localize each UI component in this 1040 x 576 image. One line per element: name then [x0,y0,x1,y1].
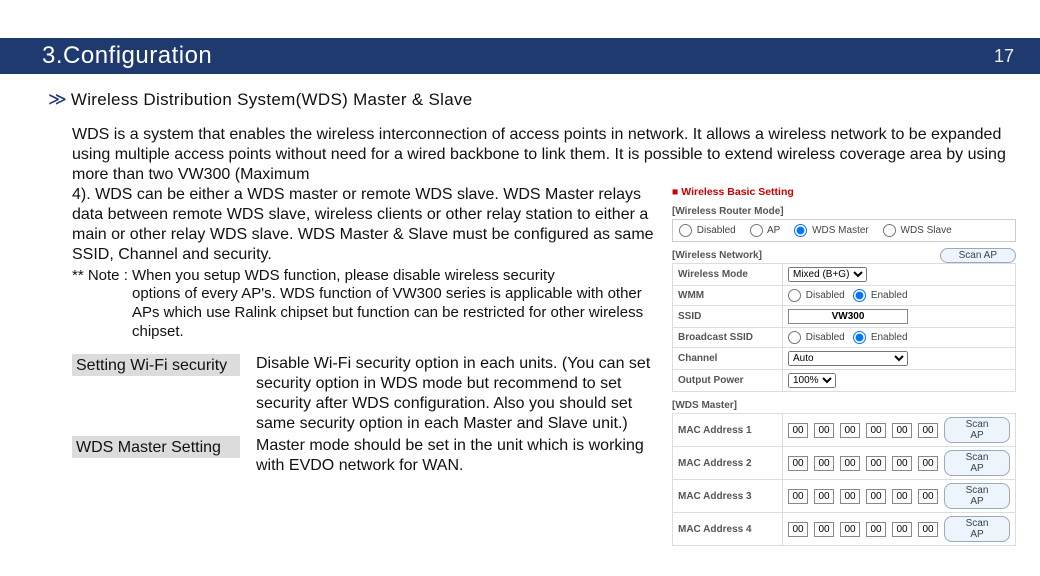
note-block: ** Note : When you setup WDS function, p… [72,267,662,342]
def-row-wds-master: WDS Master Setting Master mode should be… [72,436,662,476]
def-label-wds-master: WDS Master Setting [72,436,240,458]
scan-ap-mac3[interactable]: Scan AP [944,483,1010,509]
wmm-disabled[interactable]: Disabled [788,290,845,301]
wireless-network-caption: [Wireless Network] [672,250,762,261]
wds-master-caption: [WDS Master] [672,400,1016,411]
intro-paragraph-top: WDS is a system that enables the wireles… [72,125,1006,185]
router-panel-title: ■ Wireless Basic Setting [672,186,1016,198]
mac2-oct[interactable] [866,456,886,471]
bssid-disabled[interactable]: Disabled [788,332,845,343]
mac3-oct[interactable] [840,489,860,504]
mac3-oct[interactable] [788,489,808,504]
mac4-oct[interactable] [840,522,860,537]
row-wireless-mode: Wireless Mode Mixed (B+G) [673,264,1016,286]
row-output-power: Output Power 100% [673,370,1016,392]
scan-ap-mac2[interactable]: Scan AP [944,450,1010,476]
mac4-oct[interactable] [814,522,834,537]
def-text-wds-master: Master mode should be set in the unit wh… [256,436,662,476]
mac4-oct[interactable] [788,522,808,537]
channel-select[interactable]: Auto [788,351,908,366]
row-channel: Channel Auto [673,348,1016,370]
note-body: options of every AP's. WDS function of V… [72,285,662,341]
router-mode-disabled[interactable]: Disabled [679,224,736,237]
wds-master-table: MAC Address 1 Scan AP MAC Address 2 Scan… [672,413,1016,546]
mac2-oct[interactable] [918,456,938,471]
def-label-wifi-security: Setting Wi-Fi security [72,354,240,376]
wireless-mode-select[interactable]: Mixed (B+G) [788,267,867,282]
mac2-oct[interactable] [788,456,808,471]
mac2-oct[interactable] [840,456,860,471]
mac4-oct[interactable] [866,522,886,537]
row-mac-4: MAC Address 4 Scan AP [673,513,1016,546]
bssid-enabled[interactable]: Enabled [853,332,907,343]
mac3-oct[interactable] [866,489,886,504]
def-row-wifi-security: Setting Wi-Fi security Disable Wi-Fi sec… [72,354,662,434]
row-mac-1: MAC Address 1 Scan AP [673,414,1016,447]
page-header: 3.Configuration 17 [0,38,1040,74]
section-heading: ≫ Wireless Distribution System(WDS) Mast… [48,88,1006,111]
mac1-oct[interactable] [840,423,860,438]
router-mode-wds-slave[interactable]: WDS Slave [883,224,952,237]
mac1-oct[interactable] [814,423,834,438]
router-mode-ap[interactable]: AP [750,224,781,237]
router-mode-row: Disabled AP WDS Master WDS Slave [673,220,1015,241]
mac3-oct[interactable] [814,489,834,504]
router-mode-wds-master[interactable]: WDS Master [794,224,868,237]
wireless-network-table: Wireless Mode Mixed (B+G) WMM Disabled E… [672,263,1016,392]
mac1-oct[interactable] [918,423,938,438]
mac1-oct[interactable] [892,423,912,438]
row-mac-2: MAC Address 2 Scan AP [673,447,1016,480]
output-power-select[interactable]: 100% [788,373,836,388]
wmm-enabled[interactable]: Enabled [853,290,907,301]
mac4-oct[interactable] [892,522,912,537]
row-broadcast-ssid: Broadcast SSID Disabled Enabled [673,328,1016,348]
mac4-oct[interactable] [918,522,938,537]
def-text-wifi-security: Disable Wi-Fi security option in each un… [256,354,656,434]
router-settings-screenshot: ■ Wireless Basic Setting [Wireless Route… [672,186,1016,546]
mac1-oct[interactable] [866,423,886,438]
note-lead: ** Note : When you setup WDS function, p… [72,267,555,284]
ssid-input[interactable] [788,309,908,324]
square-bullet-icon: ■ [672,186,678,198]
row-ssid: SSID [673,306,1016,328]
chapter-title: 3.Configuration [42,42,212,70]
intro-paragraph-left: 4). WDS can be either a WDS master or re… [72,185,662,265]
mac2-oct[interactable] [814,456,834,471]
router-mode-caption: [Wireless Router Mode] [672,206,1016,217]
scan-ap-button[interactable]: Scan AP [940,248,1016,263]
row-mac-3: MAC Address 3 Scan AP [673,480,1016,513]
mac1-oct[interactable] [788,423,808,438]
row-wmm: WMM Disabled Enabled [673,286,1016,306]
scan-ap-mac4[interactable]: Scan AP [944,516,1010,542]
mac3-oct[interactable] [892,489,912,504]
section-title: Wireless Distribution System(WDS) Master… [71,89,473,110]
mac2-oct[interactable] [892,456,912,471]
mac3-oct[interactable] [918,489,938,504]
page-number: 17 [994,46,1014,67]
chevrons-icon: ≫ [48,88,63,111]
scan-ap-mac1[interactable]: Scan AP [944,417,1010,443]
